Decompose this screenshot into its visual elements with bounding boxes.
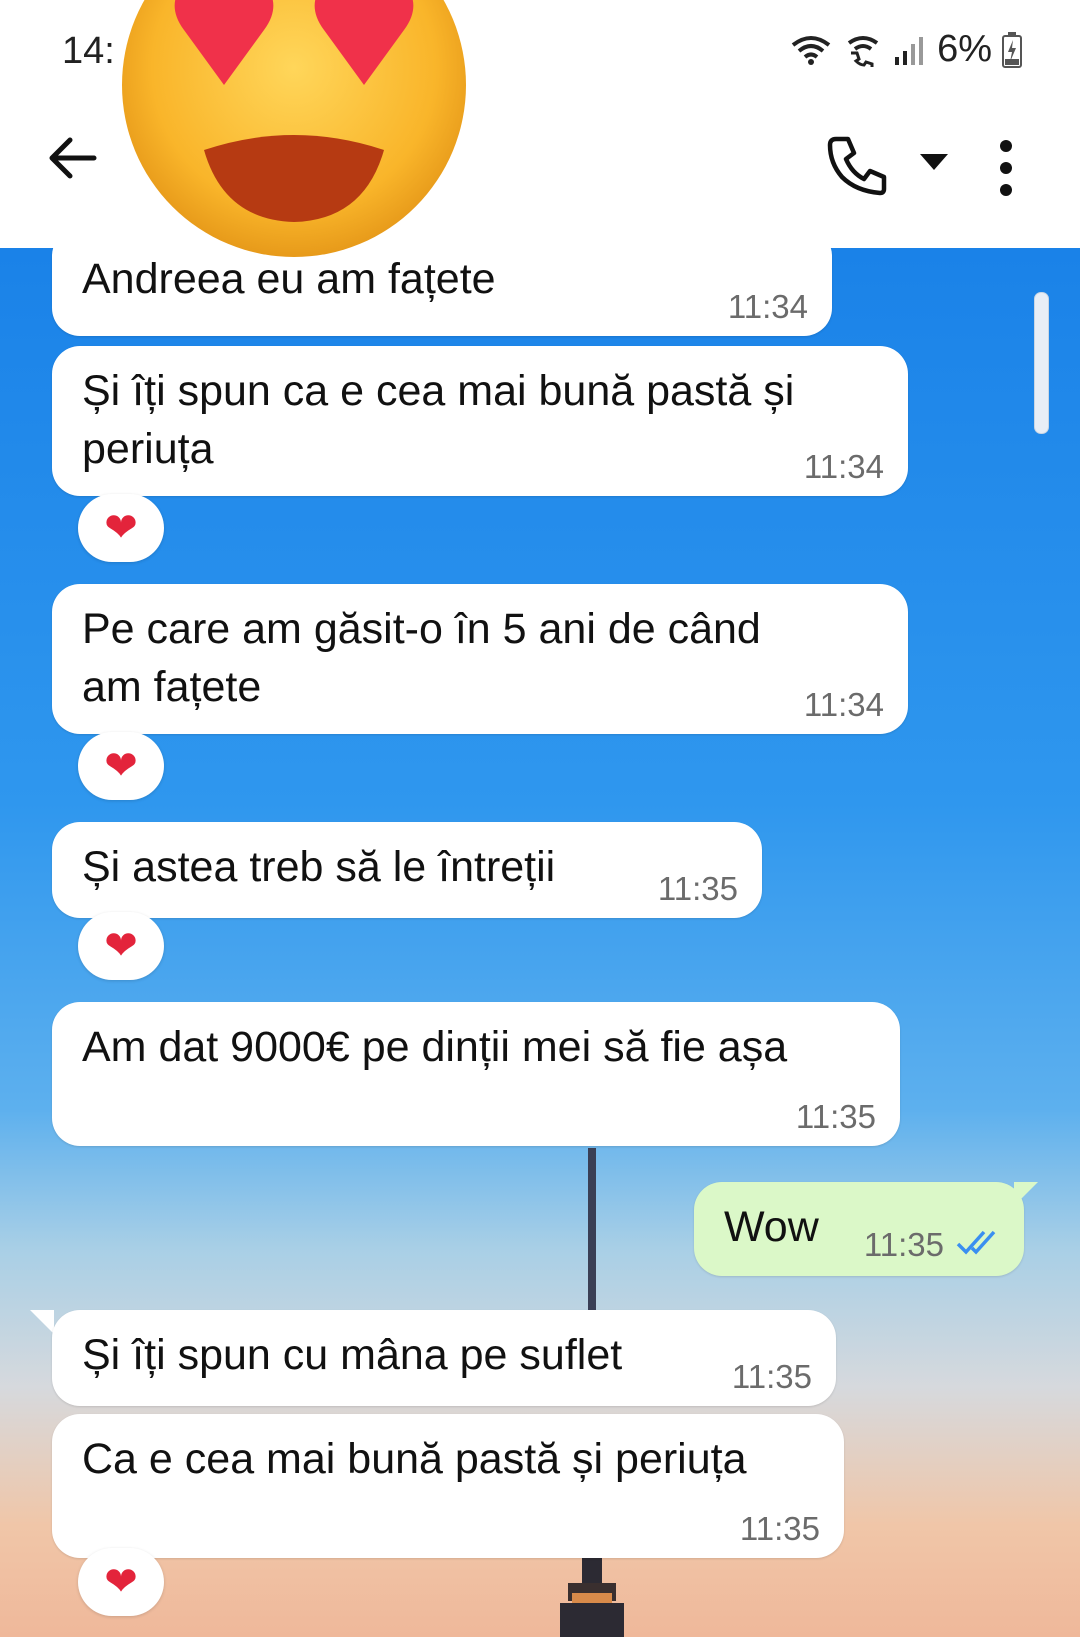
reaction-heart-icon[interactable]: ❤	[78, 1548, 164, 1616]
battery-charging-icon	[1002, 31, 1022, 68]
message-bubble[interactable]: Am dat 9000€ pe dinții mei să fie așa 11…	[52, 1002, 900, 1146]
more-vertical-icon[interactable]	[996, 138, 1016, 198]
message-bubble[interactable]: Și astea treb să le întreții 11:35	[52, 822, 762, 918]
message-text: Wow	[724, 1203, 819, 1251]
reaction-heart-icon[interactable]: ❤	[78, 494, 164, 562]
message-time: 11:35	[731, 1358, 812, 1395]
chat-area[interactable]: Andreea eu am fațete 11:34 Și îți spun c…	[0, 248, 1080, 1637]
message-time: 11:34	[727, 288, 808, 325]
message-text: Ca e cea mai bună pastă și periuța	[82, 1435, 747, 1483]
message-bubble[interactable]: Și îți spun cu mâna pe suflet 11:35	[52, 1310, 836, 1406]
message-time: 11:35	[657, 870, 738, 907]
message-text: Am dat 9000€ pe dinții mei să fie așa	[82, 1023, 788, 1071]
message-time: 11:34	[803, 448, 884, 485]
bubble-tail	[1014, 1182, 1038, 1206]
status-icons: 6%	[789, 28, 1022, 71]
message-text: Și astea treb să le întreții	[82, 843, 556, 891]
message-bubble[interactable]: Ca e cea mai bună pastă și periuța 11:35	[52, 1414, 844, 1558]
bubble-tail	[30, 1310, 54, 1334]
message-text: Și îți spun ca e cea mai bună pastă și p…	[82, 367, 795, 473]
status-time: 14:	[62, 30, 115, 72]
message-bubble[interactable]: Andreea eu am fațete 11:34	[52, 248, 832, 336]
caret-down-icon[interactable]	[918, 150, 950, 174]
scrollbar[interactable]	[1034, 292, 1049, 434]
read-double-check-icon	[956, 1230, 996, 1255]
heart-eyes-emoji-icon	[122, 0, 466, 257]
message-bubble[interactable]: Și îți spun ca e cea mai bună pastă și p…	[52, 346, 908, 496]
message-bubble[interactable]: Pe care am găsit-o în 5 ani de când am f…	[52, 584, 908, 734]
phone-icon[interactable]	[826, 133, 890, 197]
message-text: Pe care am găsit-o în 5 ani de când am f…	[82, 605, 761, 711]
message-bubble-outgoing[interactable]: Wow 11:35	[694, 1182, 1024, 1276]
reaction-heart-icon[interactable]: ❤	[78, 732, 164, 800]
wifi-icon	[791, 35, 831, 65]
message-text: Și îți spun cu mâna pe suflet	[82, 1331, 623, 1379]
background-tower-base	[560, 1553, 624, 1637]
wifi-call-icon	[847, 35, 879, 67]
reaction-heart-icon[interactable]: ❤	[78, 912, 164, 980]
battery-percent: 6%	[937, 28, 992, 70]
message-time: 11:35	[863, 1226, 944, 1263]
back-arrow-icon[interactable]	[44, 130, 100, 186]
message-time: 11:35	[739, 1510, 820, 1547]
message-time: 11:35	[795, 1098, 876, 1135]
message-time: 11:34	[803, 686, 884, 723]
signal-icon	[895, 36, 924, 65]
